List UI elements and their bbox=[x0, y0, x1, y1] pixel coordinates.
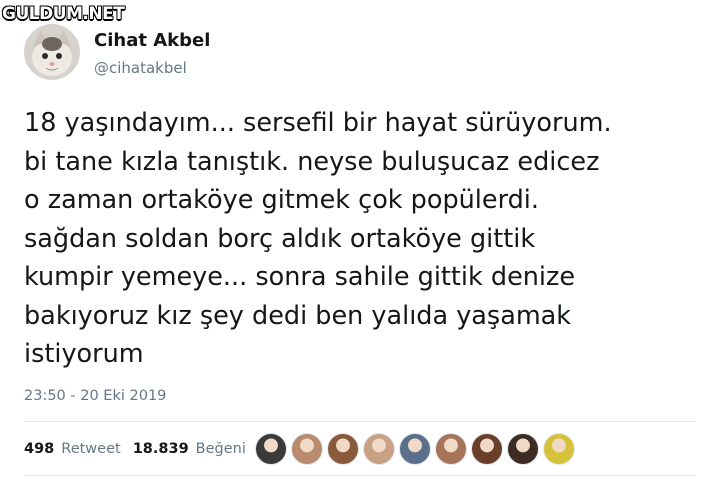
liker-avatar[interactable] bbox=[363, 433, 395, 465]
tweet-stats: 498 Retweet 18.839 Beğeni bbox=[24, 441, 258, 457]
liker-avatar[interactable] bbox=[399, 433, 431, 465]
user-handle[interactable]: @cihatakbel bbox=[94, 59, 187, 77]
watermark-logo: GULDUM.NET bbox=[2, 4, 125, 24]
liker-avatar[interactable] bbox=[255, 433, 287, 465]
user-avatar[interactable] bbox=[24, 24, 80, 80]
like-label[interactable]: Beğeni bbox=[196, 441, 246, 457]
liker-avatar[interactable] bbox=[507, 433, 539, 465]
retweet-count[interactable]: 498 bbox=[24, 441, 54, 457]
divider-top bbox=[24, 421, 696, 422]
liker-avatar[interactable] bbox=[291, 433, 323, 465]
tweet-text: 18 yaşındayım... sersefil bir hayat sürü… bbox=[24, 108, 612, 369]
divider-bottom bbox=[24, 475, 696, 476]
user-display-name[interactable]: Cihat Akbel bbox=[94, 30, 210, 51]
liker-avatar[interactable] bbox=[543, 433, 575, 465]
liker-avatar[interactable] bbox=[435, 433, 467, 465]
tweet-timestamp[interactable]: 23:50 - 20 Eki 2019 bbox=[24, 388, 166, 404]
liker-avatars bbox=[255, 433, 579, 465]
like-count[interactable]: 18.839 bbox=[133, 441, 189, 457]
cat-avatar-icon bbox=[24, 24, 80, 80]
retweet-label[interactable]: Retweet bbox=[61, 441, 120, 457]
liker-avatar[interactable] bbox=[471, 433, 503, 465]
liker-avatar[interactable] bbox=[327, 433, 359, 465]
